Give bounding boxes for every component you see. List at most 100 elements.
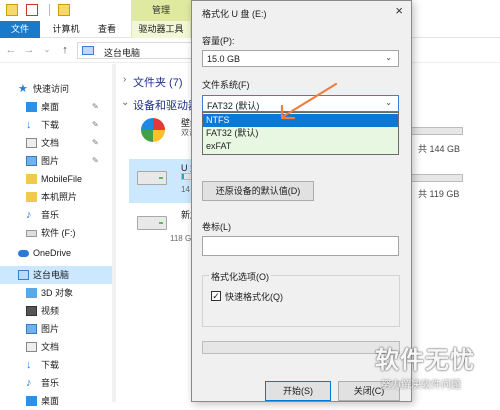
filesystem-option-fat32[interactable]: FAT32 (默认) bbox=[203, 127, 398, 140]
back-arrow-icon[interactable]: ← bbox=[4, 43, 18, 57]
drive-icon bbox=[26, 230, 37, 237]
quick-format-checkbox[interactable]: ✓ bbox=[211, 291, 221, 301]
watermark-subtitle: 努力解决软件问题 bbox=[381, 380, 461, 391]
nav-label: 这台电脑 bbox=[33, 270, 70, 280]
nav-item-pictures[interactable]: 图片 ✎ bbox=[0, 152, 112, 170]
up-arrow-icon[interactable]: ↑ bbox=[58, 43, 72, 57]
volume-label-input[interactable] bbox=[202, 236, 399, 256]
watermark: 软件无忧 努力解决软件问题 bbox=[375, 340, 500, 400]
nav-item-drive-f[interactable]: 软件 (F:) bbox=[0, 224, 112, 242]
chevron-down-icon[interactable]: ⌄ bbox=[121, 97, 129, 108]
nav-item-music-2[interactable]: ♪ 音乐 bbox=[0, 374, 112, 392]
nav-item-camera-roll[interactable]: 本机照片 bbox=[0, 188, 112, 206]
start-button[interactable]: 开始(S) bbox=[265, 381, 331, 401]
nav-label: 软件 (F:) bbox=[41, 228, 76, 238]
nav-item-mobilefile[interactable]: MobileFile bbox=[0, 170, 112, 188]
annotation-arrow-icon bbox=[280, 82, 338, 120]
restore-defaults-button[interactable]: 还原设备的默认值(D) bbox=[202, 181, 314, 201]
tab-file[interactable]: 文件 bbox=[0, 21, 40, 38]
drive-subtext: 118 G bbox=[170, 234, 192, 243]
nav-label: 桌面 bbox=[41, 102, 60, 112]
recent-dropdown-icon[interactable]: ⌄ bbox=[40, 43, 54, 57]
nav-item-videos[interactable]: 视频 bbox=[0, 302, 112, 320]
computer-icon bbox=[18, 270, 29, 280]
nav-item-this-pc[interactable]: 这台电脑 bbox=[0, 266, 112, 284]
nav-label: 快速访问 bbox=[33, 84, 70, 94]
folders-group-header[interactable]: 文件夹 (7) bbox=[133, 74, 183, 90]
nav-item-onedrive[interactable]: OneDrive bbox=[0, 244, 112, 262]
document-icon bbox=[26, 342, 37, 352]
address-text: 这台电脑 bbox=[104, 48, 141, 58]
nav-label: 音乐 bbox=[41, 378, 60, 388]
chevron-right-icon[interactable]: › bbox=[123, 74, 126, 85]
nav-item-3d-objects[interactable]: 3D 对象 bbox=[0, 284, 112, 302]
folder-icon bbox=[26, 174, 37, 184]
chevron-down-icon: ⌄ bbox=[385, 98, 392, 107]
nav-item-documents[interactable]: 文档 ✎ bbox=[0, 134, 112, 152]
dialog-title: 格式化 U 盘 (E:) bbox=[202, 9, 267, 19]
nav-label: 图片 bbox=[41, 324, 60, 334]
capacity-value: 15.0 GB bbox=[207, 54, 241, 64]
nav-item-downloads[interactable]: ↓ 下载 ✎ bbox=[0, 116, 112, 134]
nav-label: OneDrive bbox=[33, 248, 72, 258]
music-icon: ♪ bbox=[26, 377, 32, 389]
watermark-title: 软件无忧 bbox=[375, 347, 475, 374]
usb-drive-icon bbox=[137, 171, 167, 185]
tab-computer[interactable]: 计算机 bbox=[48, 21, 84, 38]
folder-icon[interactable] bbox=[6, 4, 18, 16]
nav-item-documents-2[interactable]: 文档 bbox=[0, 338, 112, 356]
video-icon bbox=[26, 306, 37, 316]
drive-subtext: 14 bbox=[181, 185, 190, 194]
tab-view[interactable]: 查看 bbox=[92, 21, 122, 38]
nav-item-desktop-2[interactable]: 桌面 bbox=[0, 392, 112, 410]
music-icon: ♪ bbox=[26, 209, 32, 221]
pin-icon[interactable]: ✎ bbox=[92, 98, 99, 116]
nav-label: 视频 bbox=[41, 306, 60, 316]
pinwheel-app-icon bbox=[141, 118, 165, 142]
nav-label: 3D 对象 bbox=[41, 288, 74, 298]
format-progress-bar bbox=[202, 341, 400, 354]
quick-format-label[interactable]: 快速格式化(Q) bbox=[225, 290, 283, 303]
devices-group-header[interactable]: 设备和驱动器 bbox=[133, 97, 199, 113]
desktop-icon bbox=[26, 396, 37, 406]
volume-label-label: 卷标(L) bbox=[202, 222, 231, 232]
quick-access-separator bbox=[49, 4, 50, 16]
drive-capacity-text: 共 144 GB bbox=[418, 144, 461, 154]
nav-item-music[interactable]: ♪ 音乐 bbox=[0, 206, 112, 224]
drive-capacity-text: 共 119 GB bbox=[418, 189, 460, 199]
close-icon[interactable]: × bbox=[395, 3, 403, 18]
nav-label: 下载 bbox=[41, 120, 60, 130]
nav-item-desktop[interactable]: 桌面 ✎ bbox=[0, 98, 112, 116]
document-icon bbox=[26, 138, 37, 148]
nav-label: 文档 bbox=[41, 342, 60, 352]
pin-icon[interactable]: ✎ bbox=[92, 116, 99, 134]
navigation-scrollbar[interactable] bbox=[112, 64, 116, 402]
capacity-select[interactable]: 15.0 GB ⌄ bbox=[202, 50, 399, 67]
filesystem-option-exfat[interactable]: exFAT bbox=[203, 140, 398, 153]
properties-icon[interactable] bbox=[26, 4, 38, 16]
nav-label: 音乐 bbox=[41, 210, 60, 220]
tab-drive-tools[interactable]: 驱动器工具 bbox=[131, 21, 191, 38]
format-options-group: 格式化选项(O) ✓ 快速格式化(Q) bbox=[202, 270, 400, 327]
address-input[interactable]: 这台电脑 bbox=[77, 42, 195, 59]
nav-item-downloads-2[interactable]: ↓ 下载 bbox=[0, 356, 112, 374]
pin-icon[interactable]: ✎ bbox=[92, 152, 99, 170]
desktop-icon bbox=[26, 102, 37, 112]
cube-icon bbox=[26, 288, 37, 298]
download-icon: ↓ bbox=[26, 359, 32, 371]
forward-arrow-icon[interactable]: → bbox=[22, 43, 36, 57]
nav-item-quick-access[interactable]: ★ 快速访问 bbox=[0, 80, 112, 98]
nav-item-pictures-2[interactable]: 图片 bbox=[0, 320, 112, 338]
filesystem-label: 文件系统(F) bbox=[202, 80, 250, 90]
picture-icon bbox=[26, 156, 37, 166]
capacity-label: 容量(P): bbox=[202, 36, 235, 46]
manage-tab[interactable]: 管理 bbox=[131, 0, 191, 21]
picture-icon bbox=[26, 324, 37, 334]
chevron-down-icon: ⌄ bbox=[385, 53, 392, 62]
navigation-pane: ★ 快速访问 桌面 ✎ ↓ 下载 ✎ 文档 ✎ 图片 ✎ MobileFile bbox=[0, 64, 112, 406]
pin-icon[interactable]: ✎ bbox=[92, 134, 99, 152]
nav-label: 下载 bbox=[41, 360, 60, 370]
star-icon: ★ bbox=[18, 83, 28, 95]
folder-icon bbox=[26, 192, 37, 202]
new-folder-icon[interactable] bbox=[58, 4, 70, 16]
